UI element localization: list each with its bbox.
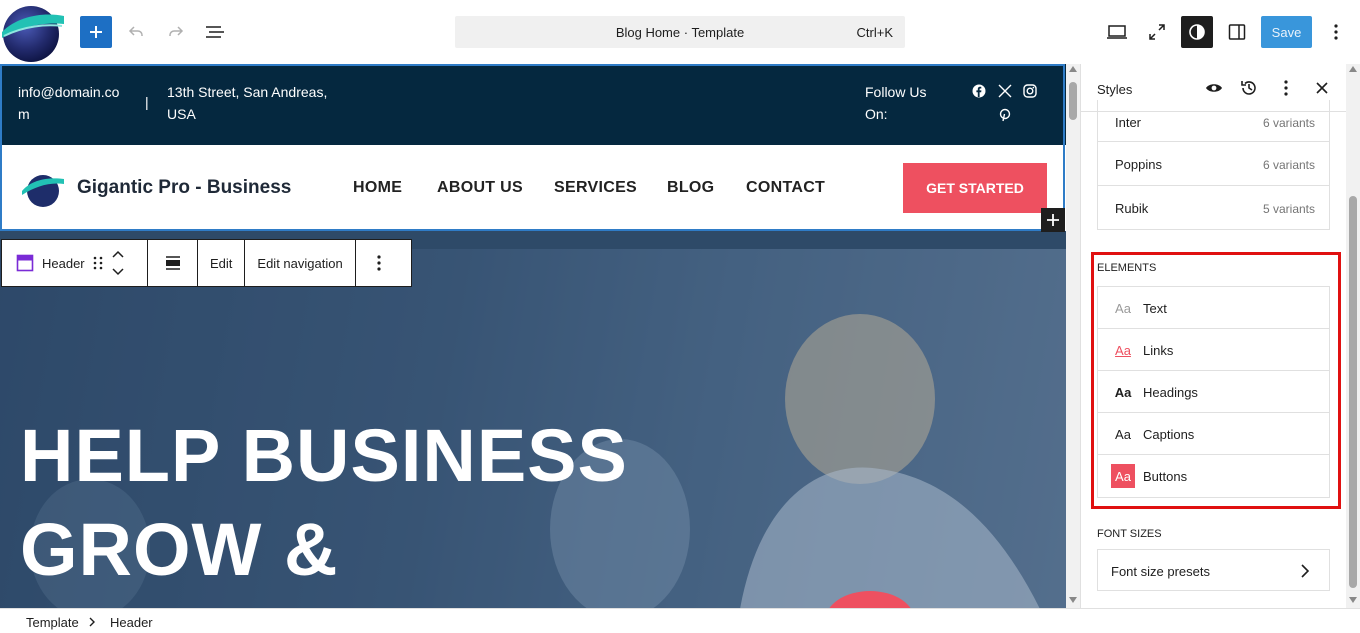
full-width-icon: [165, 256, 180, 270]
hero-heading: HELP BUSINESS GROW &: [20, 409, 628, 597]
header-navigation-bar: Gigantic Pro - Business HOME ABOUT US SE…: [0, 145, 1066, 231]
address-line-1: 13th Street, San Andreas,: [167, 84, 328, 100]
styles-button[interactable]: [1181, 16, 1213, 48]
nav-item-about[interactable]: ABOUT US: [437, 179, 523, 197]
font-size-presets-button[interactable]: Font size presets: [1097, 549, 1330, 591]
drag-handle-icon[interactable]: [93, 255, 103, 271]
insert-block-button[interactable]: [1041, 208, 1065, 232]
brand-name[interactable]: Gigantic Pro - Business: [77, 177, 291, 199]
undo-button[interactable]: [124, 20, 148, 44]
contact-email-wrap: m: [18, 106, 30, 122]
brand-logo[interactable]: [20, 169, 66, 209]
history-icon[interactable]: [1240, 79, 1258, 97]
move-up-down-icon[interactable]: [111, 250, 125, 276]
document-overview-button[interactable]: [203, 20, 227, 44]
contrast-icon: [1189, 24, 1205, 40]
more-vertical-icon: [1334, 24, 1338, 40]
breadcrumb-item-template[interactable]: Template: [26, 615, 79, 630]
chevron-right-icon: [1301, 564, 1309, 578]
command-palette-bar[interactable]: Blog Home · Template Ctrl+K: [455, 16, 905, 48]
editor-canvas[interactable]: info@domain.co m | 13th Street, San Andr…: [0, 64, 1066, 608]
panel-title: Styles: [1097, 82, 1133, 97]
address-line-2: USA: [167, 106, 196, 122]
fullscreen-button[interactable]: [1145, 20, 1169, 44]
nav-item-contact[interactable]: CONTACT: [746, 179, 825, 197]
template-part-icon: [16, 254, 34, 272]
undo-icon: [128, 26, 143, 36]
divider: |: [145, 94, 149, 110]
block-toolbar: Header Edit Edit navigation: [1, 239, 412, 287]
font-variants: 5 variants: [1262, 202, 1315, 216]
desktop-icon: [1107, 25, 1127, 39]
fullscreen-icon: [1149, 24, 1165, 40]
align-button[interactable]: [148, 240, 198, 286]
list-view-icon: [206, 26, 224, 38]
font-family-list: Inter 6 variants Poppins 6 variants Rubi…: [1097, 100, 1330, 230]
shortcut-hint: Ctrl+K: [856, 25, 893, 40]
site-logo[interactable]: [0, 2, 64, 62]
font-name: Rubik: [1115, 201, 1149, 216]
breadcrumb-item-header[interactable]: Header: [110, 615, 153, 630]
options-button[interactable]: [1324, 20, 1348, 44]
sidebar-icon: [1228, 24, 1246, 40]
header-top-bar: info@domain.co m | 13th Street, San Andr…: [0, 64, 1066, 145]
font-variants: 6 variants: [1262, 116, 1315, 130]
editor-top-bar: Blog Home · Template Ctrl+K Save: [0, 0, 1360, 64]
redo-icon: [169, 26, 184, 36]
font-name: Poppins: [1115, 157, 1162, 172]
scroll-down-icon[interactable]: [1069, 597, 1077, 603]
font-sizes-heading: FONT SIZES: [1097, 528, 1162, 540]
eye-icon[interactable]: [1205, 82, 1223, 94]
font-size-presets-label: Font size presets: [1111, 564, 1210, 579]
scroll-up-icon[interactable]: [1349, 66, 1357, 72]
facebook-icon[interactable]: [972, 84, 986, 98]
preview-device-button[interactable]: [1104, 20, 1130, 44]
canvas-scroll-thumb[interactable]: [1069, 82, 1077, 120]
more-vertical-icon: [377, 255, 381, 271]
follow-label-2: On:: [865, 106, 888, 122]
panel-scroll-thumb[interactable]: [1349, 196, 1357, 588]
x-icon[interactable]: [998, 84, 1012, 98]
edit-button[interactable]: Edit: [198, 240, 246, 286]
font-item[interactable]: Inter 6 variants: [1097, 100, 1330, 142]
canvas-scrollbar[interactable]: [1066, 64, 1080, 608]
close-icon[interactable]: [1316, 82, 1328, 94]
block-switcher[interactable]: Header: [2, 240, 148, 286]
breadcrumb: Template Header: [0, 608, 1360, 633]
breadcrumb-separator-icon: [89, 617, 95, 627]
instagram-icon[interactable]: [1023, 84, 1037, 98]
hero-section: HELP BUSINESS GROW &: [0, 249, 1066, 608]
plus-icon: [1047, 214, 1059, 226]
elements-highlight-box: [1091, 252, 1341, 509]
settings-sidebar-button[interactable]: [1225, 20, 1249, 44]
nav-item-services[interactable]: SERVICES: [554, 179, 637, 197]
block-name: Header: [42, 255, 85, 271]
contact-email[interactable]: info@domain.co: [18, 84, 119, 100]
panel-scrollbar[interactable]: [1346, 64, 1360, 608]
scroll-down-icon[interactable]: [1349, 597, 1357, 603]
more-vertical-icon[interactable]: [1284, 80, 1288, 96]
nav-item-blog[interactable]: BLOG: [667, 179, 714, 197]
nav-item-home[interactable]: HOME: [353, 179, 402, 197]
font-item[interactable]: Rubik 5 variants: [1097, 186, 1330, 230]
block-options-button[interactable]: [356, 240, 403, 286]
font-variants: 6 variants: [1262, 158, 1315, 172]
redo-button[interactable]: [164, 20, 188, 44]
save-button[interactable]: Save: [1261, 16, 1312, 48]
edit-navigation-button[interactable]: Edit navigation: [245, 240, 356, 286]
template-title: Blog Home · Template: [615, 25, 745, 40]
hero-heading-line-1: HELP BUSINESS: [20, 414, 628, 497]
font-item[interactable]: Poppins 6 variants: [1097, 142, 1330, 186]
add-block-button[interactable]: [80, 16, 112, 48]
hero-heading-line-2: GROW &: [20, 508, 339, 591]
font-name: Inter: [1115, 115, 1142, 130]
get-started-button[interactable]: GET STARTED: [903, 163, 1047, 213]
follow-label-1: Follow Us: [865, 84, 927, 100]
plus-icon: [90, 26, 102, 38]
pinterest-icon[interactable]: [998, 108, 1012, 122]
scroll-up-icon[interactable]: [1069, 66, 1077, 72]
